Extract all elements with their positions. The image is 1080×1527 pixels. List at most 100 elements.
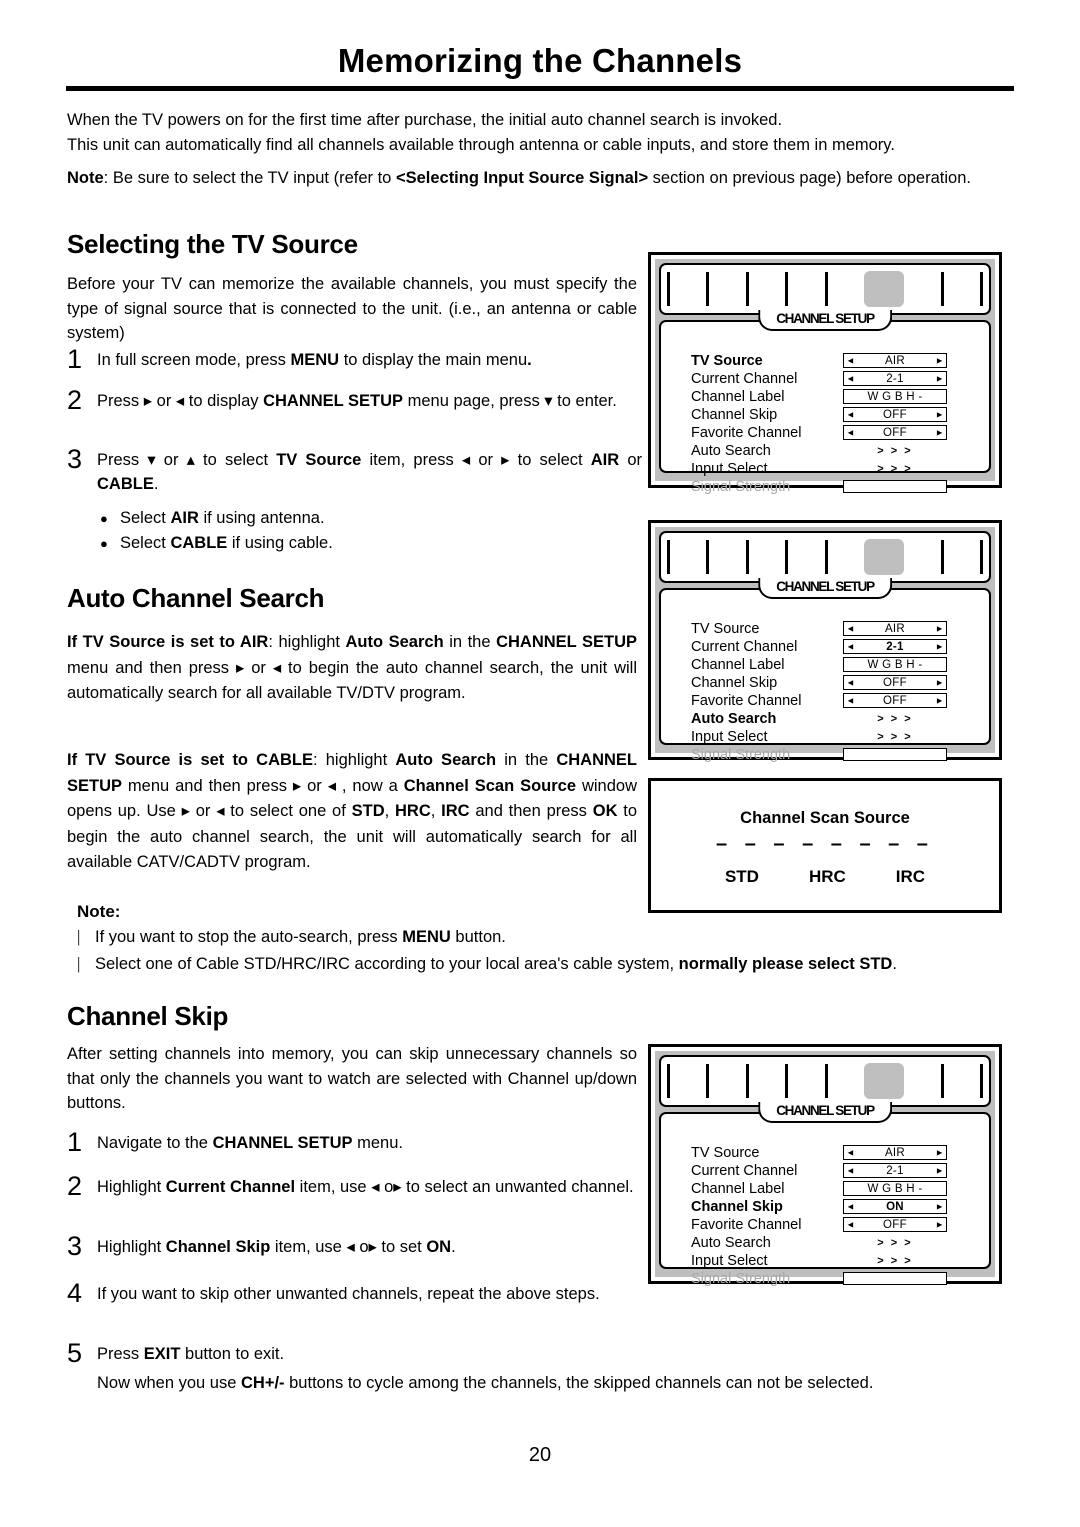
osd-value-spinner[interactable]: ◄ 2-1 ►	[843, 639, 947, 655]
osd-category-bar[interactable]	[659, 1055, 991, 1107]
right-arrow-icon[interactable]: ►	[935, 1148, 944, 1157]
left-arrow-icon[interactable]: ◄	[846, 1166, 855, 1175]
note-bar-icon: |	[77, 927, 81, 946]
osd-category-highlight[interactable]	[864, 1063, 905, 1099]
osd-value-spinner[interactable]: ◄ AIR ►	[843, 353, 947, 369]
left-arrow-icon[interactable]: ◄	[846, 624, 855, 633]
left-arrow-icon[interactable]: ◄	[846, 1148, 855, 1157]
plain-text: in the	[496, 751, 557, 769]
scan-option-hrc[interactable]: HRC	[809, 867, 846, 887]
paragraph-channel-skip: After setting channels into memory, you …	[67, 1045, 637, 1112]
osd-menu-row[interactable]: Input Select > > >	[691, 460, 975, 478]
emphasis-text: Current Channel	[165, 1178, 296, 1196]
osd-menu-row[interactable]: TV Source ◄ AIR ►	[691, 620, 975, 638]
osd-value-text: ON	[886, 1200, 904, 1213]
osd-value-spinner[interactable]: ◄ ON ►	[843, 1199, 947, 1215]
paragraph-tv-source: Before your TV can memorize the availabl…	[67, 275, 637, 342]
scan-option-irc[interactable]: IRC	[896, 867, 925, 887]
emphasis-text: .	[527, 351, 532, 369]
osd-menu-row[interactable]: Channel Skip ◄ ON ►	[691, 1198, 975, 1216]
right-arrow-icon[interactable]: ►	[935, 624, 944, 633]
osd-value-spinner[interactable]: ◄ OFF ►	[843, 693, 947, 709]
osd-value-spinner[interactable]: ◄ OFF ►	[843, 407, 947, 423]
osd-menu-row[interactable]: Input Select > > >	[691, 1252, 975, 1270]
osd-menu-row[interactable]: Favorite Channel ◄ OFF ►	[691, 1216, 975, 1234]
osd-menu-row[interactable]: Current Channel ◄ 2-1 ►	[691, 370, 975, 388]
osd-row-label: Signal Strength	[691, 746, 791, 763]
osd-submenu-arrows-icon[interactable]: > > >	[843, 445, 947, 457]
osd-value-field[interactable]: W G B H -	[843, 389, 947, 405]
left-arrow-icon[interactable]: ◄	[846, 428, 855, 437]
left-arrow-icon[interactable]: ◄	[846, 696, 855, 705]
osd-menu-row[interactable]: Current Channel ◄ 2-1 ►	[691, 638, 975, 656]
plain-text: ◂	[346, 1238, 355, 1256]
left-arrow-icon[interactable]: ◄	[846, 374, 855, 383]
osd-menu-row[interactable]: Signal Strength	[691, 478, 975, 496]
left-arrow-icon[interactable]: ◄	[846, 356, 855, 365]
left-arrow-icon[interactable]: ◄	[846, 642, 855, 651]
left-arrow-icon[interactable]: ◄	[846, 1202, 855, 1211]
left-arrow-icon[interactable]: ◄	[846, 1220, 855, 1229]
osd-value-spinner[interactable]: ◄ AIR ►	[843, 621, 947, 637]
scan-option-std[interactable]: STD	[725, 867, 759, 887]
osd-menu-row[interactable]: Auto Search > > >	[691, 1234, 975, 1252]
osd-submenu-arrows-icon[interactable]: > > >	[843, 1255, 947, 1267]
plain-text: item, use	[295, 1178, 372, 1196]
osd-menu-row[interactable]: Signal Strength	[691, 1270, 975, 1288]
osd-value-spinner[interactable]: ◄ OFF ►	[843, 1217, 947, 1233]
right-arrow-icon[interactable]: ►	[935, 1220, 944, 1229]
osd-menu-row[interactable]: Channel Label W G B H -	[691, 388, 975, 406]
osd-menu-row[interactable]: Channel Label W G B H -	[691, 656, 975, 674]
osd-menu-row[interactable]: TV Source ◄ AIR ►	[691, 352, 975, 370]
osd-category-highlight[interactable]	[864, 271, 905, 307]
right-arrow-icon[interactable]: ►	[935, 1202, 944, 1211]
plain-text: if using cable.	[227, 534, 333, 552]
osd-menu-row[interactable]: Auto Search > > >	[691, 442, 975, 460]
right-arrow-icon[interactable]: ►	[935, 428, 944, 437]
right-arrow-icon[interactable]: ►	[935, 696, 944, 705]
osd-menu-row[interactable]: Favorite Channel ◄ OFF ►	[691, 424, 975, 442]
osd-menu-row[interactable]: Channel Skip ◄ OFF ►	[691, 406, 975, 424]
osd-menu-row[interactable]: Channel Skip ◄ OFF ►	[691, 674, 975, 692]
emphasis-text: Auto Search	[395, 751, 497, 769]
plain-text: ▸	[181, 802, 190, 820]
osd-menu-row[interactable]: Favorite Channel ◄ OFF ►	[691, 692, 975, 710]
osd-submenu-arrows-icon[interactable]: > > >	[843, 713, 947, 725]
osd-value-spinner[interactable]: ◄ OFF ►	[843, 425, 947, 441]
osd-value-spinner[interactable]: ◄ OFF ►	[843, 675, 947, 691]
step-number: 4	[67, 1278, 83, 1308]
right-arrow-icon[interactable]: ►	[935, 1166, 944, 1175]
right-arrow-icon[interactable]: ►	[935, 642, 944, 651]
osd-row-label: Input Select	[691, 728, 768, 745]
plain-text: and then press	[469, 802, 593, 820]
right-arrow-icon[interactable]: ►	[935, 410, 944, 419]
osd-value-spinner[interactable]: ◄ 2-1 ►	[843, 1163, 947, 1179]
right-arrow-icon[interactable]: ►	[935, 356, 944, 365]
step-text: Highlight Channel Skip item, use ◂ o▸ to…	[97, 1235, 642, 1259]
osd-category-highlight[interactable]	[864, 539, 905, 575]
osd-category-bar[interactable]	[659, 531, 991, 583]
emphasis-text: TV Source	[276, 451, 362, 469]
left-arrow-icon[interactable]: ◄	[846, 410, 855, 419]
emphasis-text: AIR	[590, 451, 620, 469]
osd-category-separator-icon	[745, 272, 749, 306]
osd-menu-row[interactable]: Channel Label W G B H -	[691, 1180, 975, 1198]
osd-value-field[interactable]: W G B H -	[843, 1181, 947, 1197]
osd-menu-row[interactable]: Signal Strength	[691, 746, 975, 764]
osd-submenu-arrows-icon[interactable]: > > >	[843, 1237, 947, 1249]
osd-menu-row[interactable]: Current Channel ◄ 2-1 ►	[691, 1162, 975, 1180]
osd-value-field[interactable]: W G B H -	[843, 657, 947, 673]
osd-submenu-arrows-icon[interactable]: > > >	[843, 463, 947, 475]
osd-submenu-arrows-icon[interactable]: > > >	[843, 731, 947, 743]
right-arrow-icon[interactable]: ►	[935, 374, 944, 383]
left-arrow-icon[interactable]: ◄	[846, 678, 855, 687]
plain-text: button.	[450, 928, 506, 946]
osd-menu-row[interactable]: Auto Search > > >	[691, 710, 975, 728]
right-arrow-icon[interactable]: ►	[935, 678, 944, 687]
osd-value-spinner[interactable]: ◄ AIR ►	[843, 1145, 947, 1161]
osd-value-spinner[interactable]: ◄ 2-1 ►	[843, 371, 947, 387]
osd-menu-row[interactable]: TV Source ◄ AIR ►	[691, 1144, 975, 1162]
osd-category-bar[interactable]	[659, 263, 991, 315]
bullet-item: ● Select CABLE if using cable.	[100, 531, 333, 556]
osd-menu-row[interactable]: Input Select > > >	[691, 728, 975, 746]
